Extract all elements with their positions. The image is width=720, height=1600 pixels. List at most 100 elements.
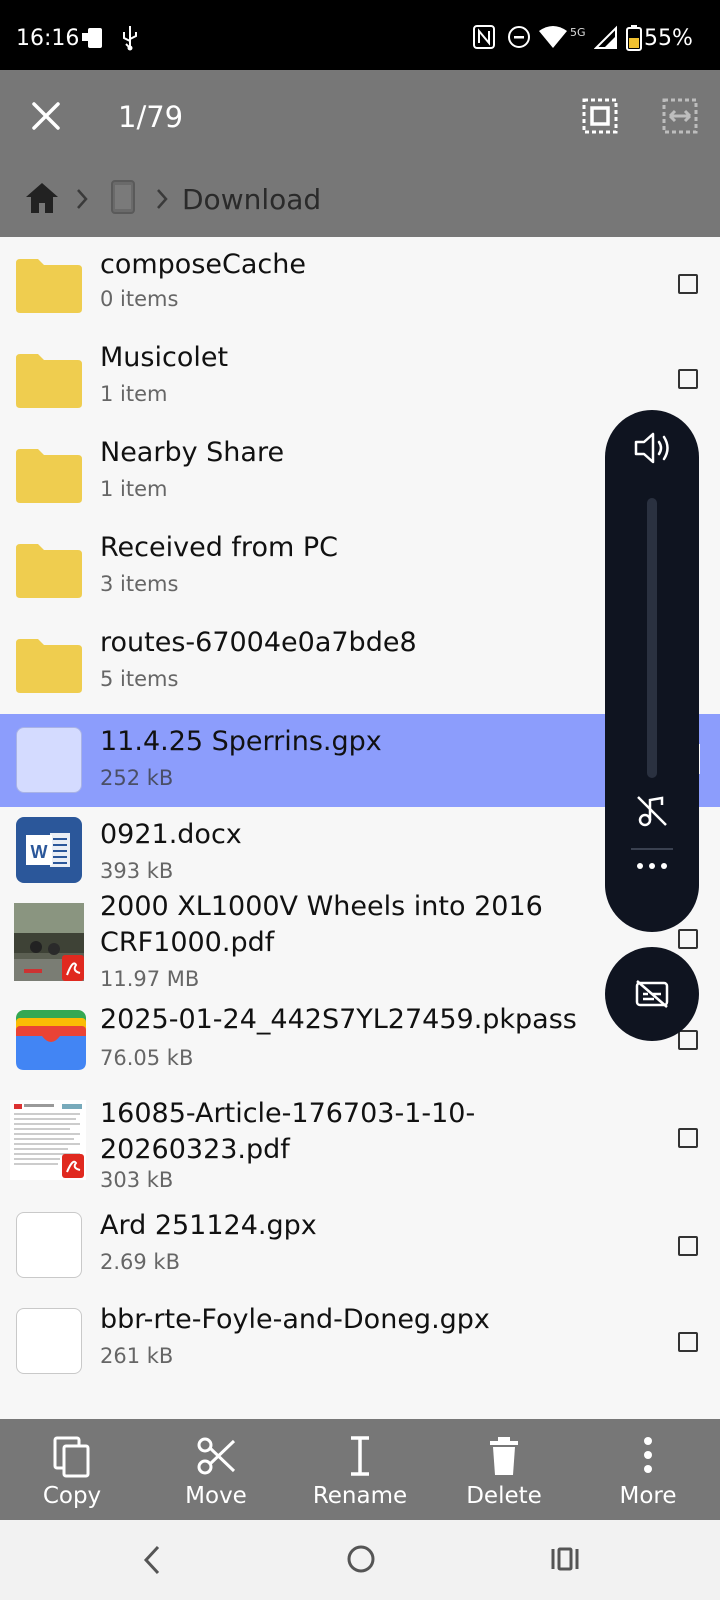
chevron-right-icon [157, 189, 168, 209]
network-type: 5G [570, 26, 586, 39]
file-meta: 1 item [100, 382, 168, 406]
usb-icon [123, 26, 137, 51]
file-name: Ard 251124.gpx [100, 1210, 317, 1241]
file-name: composeCache [100, 249, 306, 280]
file-meta: 303 kB [100, 1168, 174, 1192]
pdf-photo-thumbnail [14, 903, 84, 981]
word-document-icon: W [16, 817, 82, 883]
file-name: 2025-01-24_442S7YL27459.pkpass [100, 1004, 577, 1035]
file-meta: 5 items [100, 667, 179, 691]
captions-off-icon [635, 980, 669, 1008]
signal-icon [594, 25, 617, 49]
file-name: routes-67004e0a7bde8 [100, 627, 417, 658]
battery-percent: 55% [644, 26, 693, 51]
select-checkbox[interactable] [678, 929, 698, 949]
device-storage-icon[interactable] [110, 179, 136, 215]
file-meta: 76.05 kB [100, 1046, 194, 1070]
gpx-file-icon [16, 727, 82, 793]
file-name: Received from PC [100, 532, 338, 563]
chevron-right-icon [77, 189, 88, 209]
selection-counter: 1/79 [118, 100, 184, 134]
delete-button[interactable]: Delete [444, 1419, 564, 1520]
copy-button[interactable]: Copy [12, 1419, 132, 1520]
rename-button[interactable]: Rename [300, 1419, 420, 1520]
wallet-pass-icon [16, 1010, 86, 1070]
more-button[interactable]: More [588, 1419, 708, 1520]
file-name: 2000 XL1000V Wheels into 2016 CRF1000.pd… [100, 891, 543, 958]
select-checkbox[interactable] [678, 369, 698, 389]
rename-label: Rename [312, 1483, 408, 1509]
dnd-icon [508, 26, 530, 48]
back-icon[interactable] [140, 1544, 164, 1576]
folder-icon [16, 544, 82, 598]
list-item[interactable]: 16085-Article-176703-1-10-20260323.pdf 3… [0, 1098, 720, 1212]
close-selection-button[interactable] [16, 86, 76, 146]
wifi-icon [539, 26, 567, 48]
file-meta: 11.97 MB [100, 967, 200, 991]
select-checkbox[interactable] [678, 1236, 698, 1256]
svg-text:W: W [31, 842, 48, 862]
more-dots-icon[interactable] [636, 860, 668, 872]
file-meta: 1 item [100, 477, 168, 501]
select-checkbox[interactable] [678, 1030, 698, 1050]
trash-icon [490, 1437, 518, 1475]
battery-icon [626, 25, 642, 51]
music-muted-icon[interactable] [635, 794, 669, 828]
system-navigation-bar [0, 1520, 720, 1600]
select-range-button[interactable] [650, 86, 710, 146]
move-label: Move [185, 1483, 247, 1509]
status-time: 16:16 [16, 26, 80, 51]
file-name: 11.4.25 Sperrins.gpx [100, 726, 382, 757]
folder-icon [16, 639, 82, 693]
file-name: bbr-rte-Foyle-and-Doneg.gpx [100, 1304, 490, 1335]
select-range-icon [662, 98, 698, 134]
file-name: 0921.docx [100, 819, 242, 850]
file-meta: 2.69 kB [100, 1250, 181, 1274]
select-all-icon [582, 98, 618, 134]
breadcrumb: Download [0, 163, 720, 237]
file-name: 16085-Article-176703-1-10-20260323.pdf [100, 1098, 476, 1165]
scissors-icon [197, 1437, 236, 1475]
live-caption-button[interactable] [605, 947, 699, 1041]
file-name: Musicolet [100, 342, 229, 373]
file-meta: 393 kB [100, 859, 174, 883]
more-label: More [619, 1483, 677, 1509]
more-vertical-icon [644, 1437, 652, 1473]
copy-label: Copy [42, 1483, 102, 1509]
list-item[interactable]: Musicolet 1 item [0, 332, 720, 427]
bottom-toolbar: Copy Move Rename Delete More [0, 1419, 720, 1520]
file-meta: 252 kB [100, 766, 174, 790]
breadcrumb-current-folder[interactable]: Download [182, 183, 321, 216]
select-checkbox[interactable] [678, 1128, 698, 1148]
list-item[interactable]: composeCache 0 items [0, 237, 720, 332]
home-circle-icon[interactable] [346, 1544, 376, 1574]
phone-sync-icon [82, 28, 102, 48]
delete-label: Delete [466, 1483, 542, 1509]
gpx-file-icon [16, 1308, 82, 1374]
list-item[interactable]: Ard 251124.gpx 2.69 kB [0, 1210, 720, 1308]
file-meta: 3 items [100, 572, 179, 596]
move-button[interactable]: Move [156, 1419, 276, 1520]
home-icon[interactable] [24, 181, 60, 215]
nfc-icon [473, 25, 495, 49]
select-checkbox[interactable] [678, 1332, 698, 1352]
gpx-file-icon [16, 1212, 82, 1278]
volume-slider[interactable] [647, 498, 657, 778]
list-item[interactable]: 2025-01-24_442S7YL27459.pkpass 76.05 kB [0, 1004, 720, 1100]
close-icon [32, 102, 60, 130]
select-all-button[interactable] [570, 86, 630, 146]
folder-icon [16, 449, 82, 503]
recents-icon[interactable] [550, 1544, 580, 1574]
file-meta: 0 items [100, 287, 179, 311]
pdf-document-thumbnail [10, 1100, 86, 1180]
text-cursor-icon [351, 1436, 369, 1476]
volume-panel [605, 410, 699, 932]
folder-icon [16, 354, 82, 408]
select-checkbox[interactable] [678, 274, 698, 294]
speaker-volume-icon[interactable] [633, 430, 673, 466]
divider [631, 848, 673, 850]
file-name: Nearby Share [100, 437, 285, 468]
folder-icon [16, 259, 82, 313]
status-bar: 16:16 5G 55% [0, 0, 720, 70]
list-item[interactable]: bbr-rte-Foyle-and-Doneg.gpx 261 kB [0, 1304, 720, 1419]
